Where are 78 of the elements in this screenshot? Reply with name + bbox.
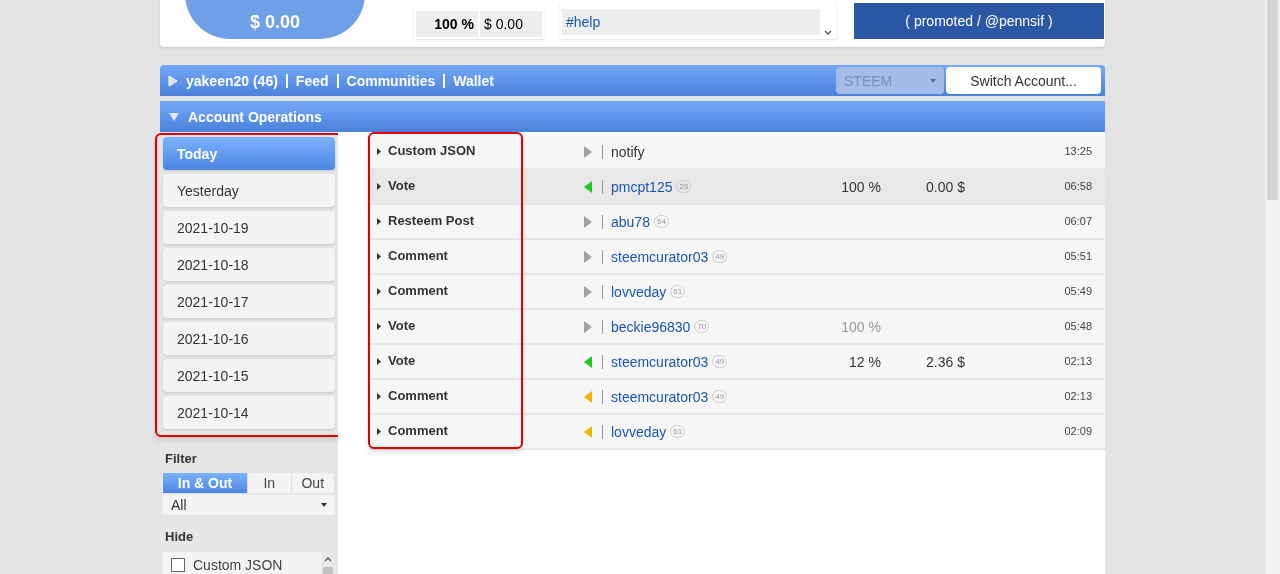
operation-time: 02:09: [1064, 423, 1093, 439]
expand-caret-icon[interactable]: [377, 218, 381, 225]
operation-time: 06:58: [1064, 178, 1093, 194]
operation-time: 05:49: [1064, 283, 1093, 299]
switch-account-button[interactable]: Switch Account...: [946, 67, 1101, 94]
account-link[interactable]: abu78: [611, 211, 650, 232]
operation-row[interactable]: Vote steemcurator03 49 12 % 2.36 $ 02:13: [370, 345, 1105, 380]
stat-cell: $ 0.00: [480, 11, 542, 37]
operation-type: Vote: [388, 177, 417, 196]
operation-row[interactable]: Custom JSON notify 13:25: [370, 135, 1105, 170]
operation-type: Custom JSON: [388, 142, 477, 161]
hide-heading: Hide: [165, 527, 195, 546]
right-triangle-icon[interactable]: [168, 74, 178, 87]
expand-caret-icon[interactable]: [377, 358, 381, 365]
operation-row[interactable]: Comment lovveday 61 05:49: [370, 275, 1105, 310]
filter-option[interactable]: In: [248, 472, 292, 493]
day-tab[interactable]: 2021-10-16: [163, 322, 335, 355]
account-link[interactable]: steemcurator03: [611, 351, 709, 372]
expand-caret-icon[interactable]: [377, 393, 381, 400]
operation-time: 02:13: [1064, 388, 1093, 404]
operation-type: Comment: [388, 247, 449, 266]
operation-time: 06:07: [1064, 213, 1093, 229]
day-tab[interactable]: 2021-10-14: [163, 396, 335, 429]
expand-caret-icon[interactable]: [377, 253, 381, 260]
vote-percent: 12 %: [849, 353, 881, 370]
page-scrollbar[interactable]: [1265, 0, 1280, 574]
chevron-down-icon[interactable]: [824, 30, 832, 35]
vote-value: 0.00 $: [926, 178, 965, 195]
vote-value: 2.36 $: [926, 353, 965, 370]
expand-caret-icon[interactable]: [377, 428, 381, 435]
vote-percent: 100 %: [841, 178, 881, 195]
operation-time: 05:48: [1064, 318, 1093, 334]
operation-row[interactable]: Vote beckie96830 70 100 % 05:48: [370, 310, 1105, 345]
operation-time: 05:51: [1064, 248, 1093, 264]
operation-type: Vote: [388, 352, 417, 371]
section-title: Account Operations: [188, 107, 322, 127]
operation-type: Resteem Post: [388, 212, 475, 231]
day-tab[interactable]: 2021-10-15: [163, 359, 335, 392]
account-link[interactable]: pmcpt125: [611, 176, 673, 197]
operation-row[interactable]: Comment lovveday 61 02:09: [370, 415, 1105, 450]
day-tab[interactable]: 2021-10-17: [163, 285, 335, 318]
operation-time: 13:25: [1064, 143, 1093, 159]
wallet-amount: $ 0.00: [249, 13, 300, 31]
direction-select[interactable]: All: [163, 494, 335, 515]
day-tab[interactable]: 2021-10-18: [163, 248, 335, 281]
operation-type: Comment: [388, 282, 449, 301]
operation-type: Comment: [388, 422, 449, 441]
account-link[interactable]: steemcurator03: [611, 246, 709, 267]
operation-row[interactable]: Comment steemcurator03 49 05:51: [370, 240, 1105, 275]
checkbox[interactable]: [171, 558, 185, 572]
expand-caret-icon[interactable]: [377, 323, 381, 330]
filter-option[interactable]: Out: [291, 472, 335, 493]
promo-banner[interactable]: ( promoted / @pennsif ): [854, 3, 1104, 39]
scrollbar[interactable]: [321, 552, 335, 574]
operation-row[interactable]: Resteem Post abu78 64 06:07: [370, 205, 1105, 240]
operation-time: 02:13: [1064, 353, 1093, 369]
down-triangle-icon: [168, 111, 180, 122]
dropdown-caret-icon: [930, 78, 936, 83]
account-name: notify: [611, 142, 645, 162]
stat-cell: 100 %: [416, 11, 478, 37]
tag-link[interactable]: #help: [562, 9, 820, 35]
account-link[interactable]: beckie96830: [611, 316, 691, 337]
account-link[interactable]: lovveday: [611, 281, 667, 302]
operation-row[interactable]: Vote pmcpt125 25 100 % 0.00 $ 06:58: [370, 170, 1105, 205]
expand-caret-icon[interactable]: [377, 183, 381, 190]
day-tab[interactable]: 2021-10-19: [163, 211, 335, 244]
vote-percent: 100 %: [841, 318, 881, 335]
operation-row[interactable]: Comment steemcurator03 49 02:13: [370, 380, 1105, 415]
operation-type: Vote: [388, 317, 417, 336]
account-link[interactable]: steemcurator03: [611, 386, 709, 407]
dropdown-caret-icon: [321, 502, 327, 507]
operation-type: Comment: [388, 387, 449, 406]
scroll-up-icon[interactable]: [324, 557, 332, 562]
day-tab[interactable]: Yesterday: [163, 174, 335, 207]
account-link[interactable]: lovveday: [611, 421, 667, 442]
expand-caret-icon[interactable]: [377, 148, 381, 155]
expand-caret-icon[interactable]: [377, 288, 381, 295]
filter-heading: Filter: [165, 450, 198, 468]
